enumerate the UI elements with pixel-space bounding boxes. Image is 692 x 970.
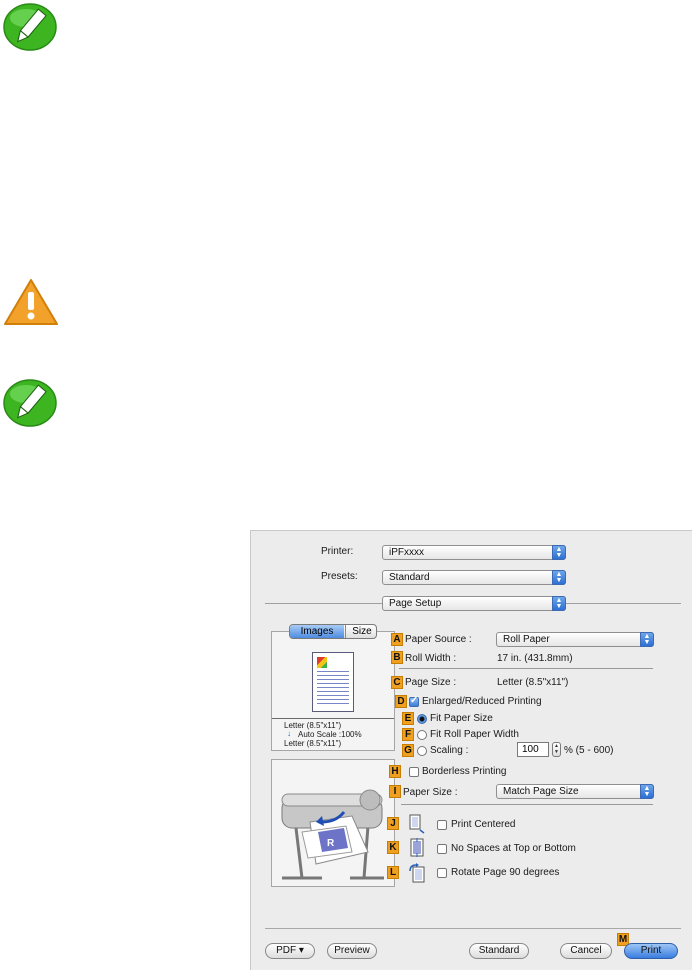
scaling-input[interactable]: 100 [517,742,549,757]
print-centered-checkbox[interactable] [437,820,447,830]
popup-arrows-icon: ▲ ▼ [552,545,566,560]
fit-roll-width-radio[interactable] [417,730,427,740]
no-spaces-icon [410,838,424,857]
print-centered-label: Print Centered [451,819,516,830]
popup-arrows-icon: ▲ ▼ [640,632,654,647]
svg-text:R: R [327,838,335,849]
presets-value: Standard [389,572,430,583]
paper-source-value: Roll Paper [503,634,550,645]
rotate-icon [409,863,425,883]
thumbnail-image [317,657,327,668]
printer-illustration-panel: R [271,759,395,887]
popup-arrows-icon: ▲ ▼ [552,596,566,611]
scaling-radio[interactable] [417,746,427,756]
badge-g: G [402,744,414,757]
preview-arrow-icon: ↓ [287,729,291,738]
scaling-stepper[interactable]: ▲ ▼ [552,742,561,757]
roll-width-value: 17 in. (431.8mm) [497,653,573,664]
paper-source-popup[interactable]: Roll Paper ▲ ▼ [496,632,654,647]
presets-label: Presets: [321,571,358,582]
enlarged-label: Enlarged/Reduced Printing [422,696,542,707]
printer-popup[interactable]: iPFxxxx ▲ ▼ [382,545,566,560]
standard-button[interactable]: Standard [469,943,529,959]
print-button-label: Print [640,945,662,956]
badge-i: I [389,785,401,798]
note-pencil-icon [3,3,57,51]
popup-arrows-icon: ▲ ▼ [640,784,654,799]
page-thumbnail [312,652,354,712]
fit-paper-size-radio[interactable] [417,714,427,724]
cancel-button[interactable]: Cancel [560,943,612,959]
fit-paper-size-label: Fit Paper Size [430,713,493,724]
tab-images[interactable]: Images [290,625,344,638]
scaling-range: % (5 - 600) [564,745,614,756]
rotate-label: Rotate Page 90 degrees [451,867,560,878]
badge-d: D [395,695,407,708]
enlarged-checkbox[interactable] [409,695,419,707]
paper-size-label: Paper Size : [403,787,458,798]
preview-panel: Letter (8.5"x11") ↓ Auto Scale :100% Let… [271,631,395,751]
page-size-label: Page Size : [405,677,457,688]
printer-value: iPFxxxx [389,547,424,558]
roll-width-divider [399,668,653,669]
badge-h: H [389,765,401,778]
badge-a: A [391,633,403,646]
badge-c: C [391,676,403,689]
preview-info-line3: Letter (8.5"x11") [284,739,342,748]
badge-f: F [402,728,414,741]
print-centered-icon [409,814,425,834]
fit-roll-width-label: Fit Roll Paper Width [430,729,519,740]
badge-k: K [387,841,399,854]
rotate-checkbox[interactable] [437,868,447,878]
badge-l: L [387,866,399,879]
tab-size[interactable]: Size [345,625,376,638]
printer-label: Printer: [321,546,354,557]
bottom-divider [265,928,681,929]
paper-size-value: Match Page Size [503,786,579,797]
preview-button[interactable]: Preview [327,943,377,959]
preview-info-line2: Auto Scale :100% [298,730,362,739]
scaling-value: 100 [522,744,539,755]
section-popup[interactable]: Page Setup ▲ ▼ [382,596,566,611]
preview-divider [272,718,394,719]
printer-illustration: R [272,760,394,886]
badge-b: B [391,651,403,664]
preview-info-line1: Letter (8.5"x11") [284,721,342,730]
roll-width-label: Roll Width : [405,653,457,664]
tab-bar: Images Size [289,624,377,639]
badge-e: E [402,712,414,725]
caution-icon [4,279,58,325]
pdf-button[interactable]: PDF ▾ [265,943,315,959]
pdf-button-label: PDF ▾ [276,945,304,956]
paper-size-popup[interactable]: Match Page Size ▲ ▼ [496,784,654,799]
tab-size-label: Size [352,626,372,637]
borderless-checkbox[interactable] [409,767,419,777]
print-button[interactable]: Print [624,943,678,959]
thumbnail-lines [317,671,349,707]
cancel-button-label: Cancel [570,945,602,956]
scaling-label: Scaling : [430,745,469,756]
paper-source-label: Paper Source : [405,634,472,645]
standard-button-label: Standard [478,945,520,956]
badge-j: J [387,817,399,830]
page-size-value: Letter (8.5"x11") [497,677,569,688]
popup-arrows-icon: ▲ ▼ [552,570,566,585]
preview-button-label: Preview [334,945,370,956]
print-dialog: Printer: iPFxxxx ▲ ▼ Presets: Standard ▲ ▼… [250,530,692,970]
tab-images-label: Images [300,626,334,637]
section-value: Page Setup [389,598,442,609]
no-spaces-label: No Spaces at Top or Bottom [451,843,576,854]
note-pencil-icon [3,379,57,427]
borderless-label: Borderless Printing [422,766,507,777]
presets-popup[interactable]: Standard ▲ ▼ [382,570,566,585]
no-spaces-checkbox[interactable] [437,844,447,854]
paper-size-divider [401,804,653,805]
